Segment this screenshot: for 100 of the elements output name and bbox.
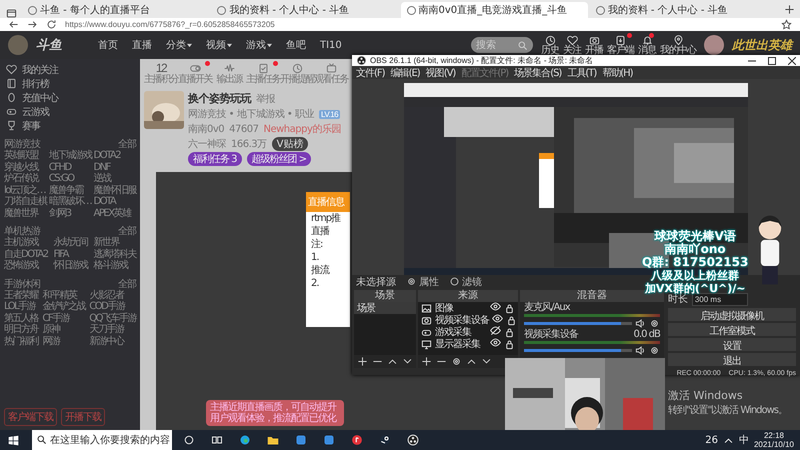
category-link[interactable]: CF手游	[42, 312, 85, 324]
category-link[interactable]: 新世界	[93, 237, 136, 248]
category-link[interactable]: DOTA	[94, 196, 136, 208]
scene-item[interactable]: 场景	[354, 302, 416, 314]
category-link[interactable]: 王者荣耀	[4, 290, 38, 301]
category-link[interactable]: 怀旧游戏	[54, 260, 88, 272]
category-link[interactable]: 逆战	[94, 173, 136, 184]
toolbar-button[interactable]: 属性	[406, 274, 439, 288]
category-link[interactable]: 热门福利	[4, 336, 38, 347]
category-link[interactable]: CFHD	[48, 162, 92, 173]
category-link[interactable]: 自走DOTA2	[4, 248, 48, 260]
sidebar-item[interactable]: 赛事	[4, 119, 136, 132]
category-link[interactable]: 明日方舟	[4, 324, 38, 336]
category-link[interactable]: lol云顶之…	[4, 184, 46, 196]
download-button[interactable]: 客户端下载	[4, 408, 57, 426]
nav-link[interactable]: 直播	[132, 38, 152, 52]
site-logo[interactable]: 斗鱼	[36, 36, 62, 54]
anchor-tool[interactable]: 开播提醒	[280, 63, 314, 87]
source-item[interactable]: 视频采集设备	[418, 314, 518, 326]
report-link[interactable]: 举报	[256, 92, 275, 106]
control-button[interactable]: 工作室模式	[668, 323, 796, 336]
anchor-tool[interactable]: 直播开关	[178, 63, 212, 87]
more-link[interactable]: 全部	[118, 276, 136, 288]
duration-field[interactable]: 300 ms	[692, 292, 748, 306]
category-link[interactable]: 网游	[42, 336, 85, 347]
category-link[interactable]: 魔兽怀旧服	[94, 184, 136, 196]
header-tool[interactable]: 我的中心	[660, 34, 696, 56]
category-link[interactable]: CS:GO	[48, 173, 92, 184]
category-link[interactable]: 魔兽世界	[4, 208, 46, 219]
clock[interactable]: 22:18 2021/10/10	[754, 431, 794, 449]
anchor-tool[interactable]: 输出源	[212, 63, 246, 87]
category-link[interactable]: 原神	[42, 324, 85, 336]
category-link[interactable]: 英雄联盟	[4, 150, 46, 162]
category-link[interactable]: FIFA	[54, 248, 88, 260]
task-badge[interactable]: 福利任务 3	[188, 152, 242, 166]
anchor-tool[interactable]: 主播任务	[246, 63, 280, 87]
category-link[interactable]: QQ飞车手游	[89, 312, 136, 324]
menu-item[interactable]: 场景集合(S)	[514, 66, 562, 80]
sidebar-item[interactable]: 我的关注	[4, 63, 136, 76]
category-link[interactable]: APEX英雄	[94, 208, 136, 219]
menu-item[interactable]: 帮助(H)	[602, 66, 633, 80]
category-link[interactable]: 和平精英	[42, 290, 85, 301]
nav-link[interactable]: 鱼吧	[286, 38, 306, 52]
category-link[interactable]: 第五人格	[4, 312, 38, 324]
browser-tab[interactable]: 斗鱼 - 每个人的直播平台	[22, 2, 210, 18]
more-link[interactable]: 全部	[118, 137, 136, 149]
category-link[interactable]: COD手游	[89, 301, 136, 312]
nav-link[interactable]: 游戏	[246, 38, 272, 52]
category-link[interactable]: DNF	[94, 162, 136, 173]
nav-link[interactable]: 首页	[98, 38, 118, 52]
category-link[interactable]: 新游中心	[89, 336, 136, 347]
category-link[interactable]: 炉石传说	[4, 173, 46, 184]
fan-club[interactable]: Newhappy的乐园	[263, 122, 341, 136]
nav-link[interactable]: 视频	[206, 38, 232, 52]
menu-item[interactable]: 编辑(E)	[390, 66, 420, 80]
category-link[interactable]: 魔兽争霸	[48, 184, 92, 196]
taskbar-search[interactable]: 在这里输入你要搜索的内容	[32, 430, 172, 450]
category-link[interactable]: 地下城游戏	[48, 150, 92, 162]
task-badge[interactable]: 超级粉丝团 >	[246, 152, 312, 166]
sidebar-item[interactable]: 排行榜	[4, 77, 136, 90]
toolbar-button[interactable]: 滤镜	[449, 274, 482, 288]
more-link[interactable]: 全部	[118, 224, 136, 236]
category-link[interactable]: 穿越火线	[4, 162, 46, 173]
category-link[interactable]: 金铲铲之战	[42, 301, 85, 312]
nav-link[interactable]: TI10	[320, 38, 342, 52]
header-tool[interactable]: 历史	[541, 34, 559, 56]
control-button[interactable]: 退出	[668, 353, 796, 366]
download-button[interactable]: 开播下载	[61, 408, 105, 426]
category-link[interactable]: 暗黑破坏…	[48, 196, 92, 208]
sidebar-item[interactable]: 云游戏	[4, 105, 136, 118]
browser-tab[interactable]: 我的资料 - 个人中心 - 斗鱼	[211, 2, 398, 18]
anchor-tool[interactable]: 观看任务	[314, 63, 348, 87]
control-button[interactable]: 设置	[668, 338, 796, 351]
category-link[interactable]: 剑网3	[48, 208, 92, 219]
category-link[interactable]: 刀塔自走棋	[4, 196, 46, 208]
category-link[interactable]: 恐怖游戏	[4, 260, 48, 272]
category-link[interactable]: 永劫无间	[54, 237, 88, 248]
browser-tab[interactable]: 南南0v0直播_电竞游戏直播_斗鱼	[400, 2, 588, 18]
category-link[interactable]: 天刀手游	[89, 324, 136, 336]
header-tool[interactable]: 开播	[585, 34, 603, 56]
control-button[interactable]: 启动虚拟摄像机	[668, 308, 796, 321]
menu-item[interactable]: 文件(F)	[356, 66, 385, 80]
category-link[interactable]: 格斗游戏	[93, 260, 136, 272]
header-tool[interactable]: 关注	[563, 34, 581, 56]
ime-indicator[interactable]: 中	[738, 433, 749, 447]
source-item[interactable]: 游戏采集	[418, 326, 518, 338]
menu-item[interactable]: 工具(T)	[567, 66, 596, 80]
sidebar-item[interactable]: 充值中心	[4, 91, 136, 104]
search-field[interactable]: 搜索	[471, 37, 533, 53]
category-link[interactable]: 主机游戏	[4, 237, 48, 248]
category-link[interactable]: 火影忍者	[89, 290, 136, 301]
browser-tab[interactable]: 我的资料 - 个人中心 - 斗鱼	[590, 2, 777, 18]
menu-item[interactable]: 视图(V)	[426, 66, 456, 80]
category-link[interactable]: DOTA2	[94, 150, 136, 162]
nav-link[interactable]: 分类	[166, 38, 192, 52]
source-item[interactable]: 图像	[418, 302, 518, 314]
source-item[interactable]: 显示器采集	[418, 338, 518, 350]
category-link[interactable]: 逃离塔科夫	[93, 248, 136, 260]
rank-pill[interactable]: V贴榜	[272, 137, 308, 151]
category-link[interactable]: LOL手游	[4, 301, 38, 312]
